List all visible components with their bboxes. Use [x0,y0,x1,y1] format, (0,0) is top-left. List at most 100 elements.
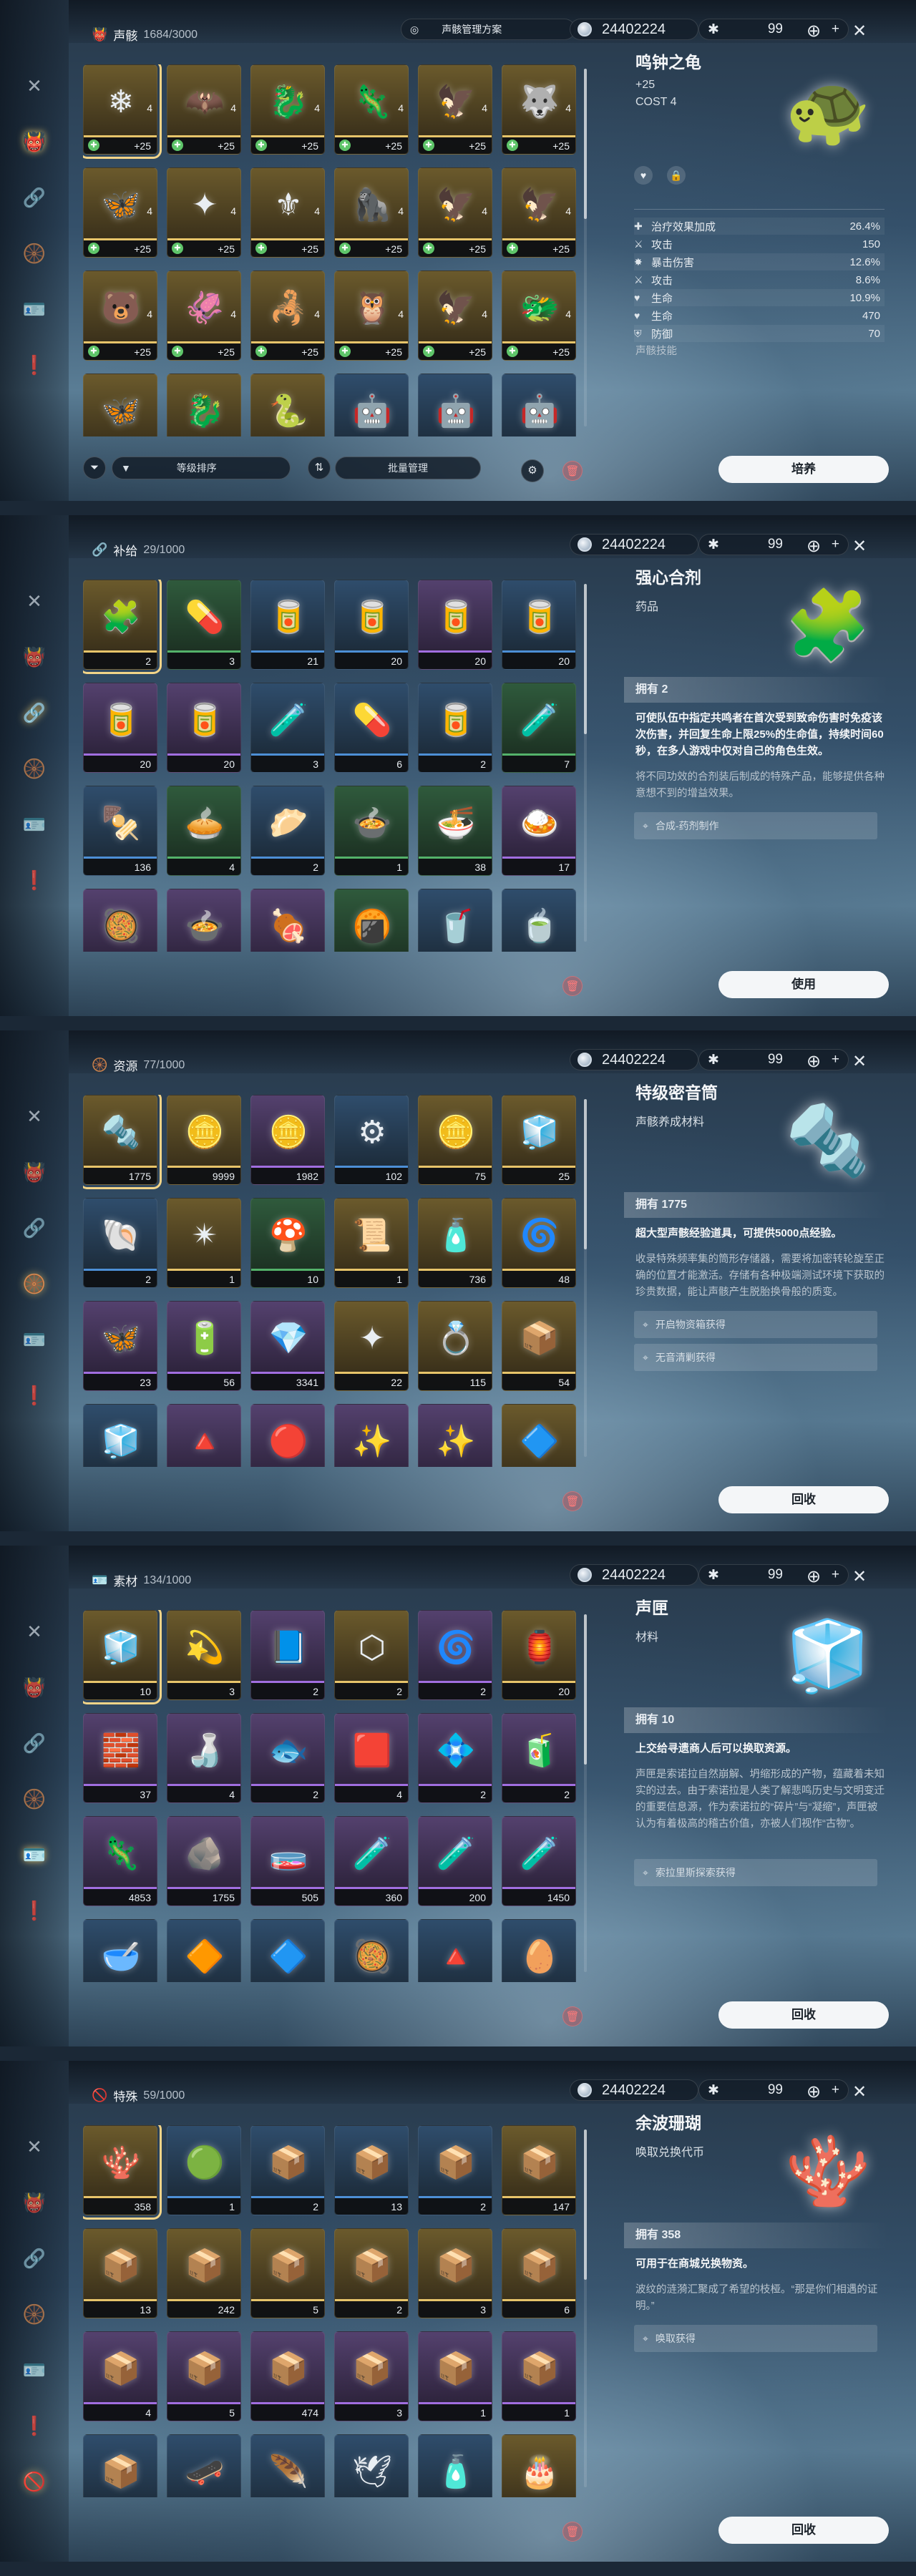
item-slot[interactable]: ✦ 22 [334,1301,409,1391]
item-slot[interactable]: 🤖 [418,374,492,436]
add-tuner-button[interactable]: + [832,21,839,37]
close-icon[interactable]: ✕ [849,20,870,42]
item-slot[interactable]: 💍 115 [418,1301,492,1391]
weapon-tab-icon[interactable]: ✕ [20,72,49,100]
item-slot[interactable]: 🥫 20 [334,580,409,670]
item-slot[interactable]: 💊 6 [334,683,409,773]
discard-trash-icon[interactable]: 🗑 [562,976,583,996]
acquisition-source[interactable]: ⌖ 索拉里斯探索获得 [634,1859,877,1886]
item-slot[interactable]: 🧊 [83,1404,157,1467]
discard-trash-icon[interactable]: 🗑 [562,2522,583,2542]
item-slot[interactable]: 📦 3 [334,2331,409,2421]
weapon-tab-icon[interactable]: ✕ [20,2132,49,2161]
discard-trash-icon[interactable]: 🗑 [562,461,583,481]
item-slot[interactable]: 📦 2 [250,2125,325,2215]
item-slot[interactable]: 📦 [83,2434,157,2497]
item-slot[interactable]: 🥚 [502,1919,576,1982]
item-slot[interactable]: 🏮 20 [502,1610,576,1700]
item-slot[interactable]: 💠 2 [418,1713,492,1803]
item-slot[interactable]: ✨ [334,1404,409,1467]
filter-icon[interactable]: ⏷ [83,457,106,479]
item-slot[interactable]: 🍖 [250,889,325,952]
target-icon[interactable]: ⊕ [803,1566,824,1587]
item-slot[interactable]: 🐺 +25 4 ✚ [502,64,576,155]
item-slot[interactable]: 🐲 +25 4 ✚ [502,270,576,361]
item-slot[interactable]: 📦 1 [418,2331,492,2421]
item-slot[interactable]: 🧪 1450 [502,1816,576,1906]
discard-trash-icon[interactable]: 🗑 [562,1491,583,1511]
echo-tab-icon[interactable]: 👹 [20,1158,49,1186]
acquisition-source[interactable]: ⌖ 开启物资箱获得 [634,1311,877,1338]
item-slot[interactable]: 🥧 4 [167,786,241,876]
target-icon[interactable]: ⊕ [803,20,824,42]
add-tuner-button[interactable]: + [832,1567,839,1583]
item-slot[interactable]: 🪙 1982 [250,1095,325,1185]
echo-tab-icon[interactable]: 👹 [20,127,49,156]
item-slot[interactable]: 🍲 1 [334,786,409,876]
favorite-icon[interactable]: ♥ [634,166,653,185]
item-slot[interactable]: 🥣 [83,1919,157,1982]
grid-scrollbar[interactable] [584,584,587,942]
acquisition-source[interactable]: ⌖ 唤取获得 [634,2325,877,2352]
item-slot[interactable]: 🐉 [167,374,241,436]
lock-icon[interactable]: 🔒 [667,166,686,185]
scrollbar-thumb[interactable] [584,1614,587,1765]
item-slot[interactable]: 🍛 17 [502,786,576,876]
item-slot[interactable]: 🦎 +25 4 ✚ [334,64,409,155]
resource-tab-icon[interactable]: 🛞 [20,1785,49,1813]
item-slot[interactable]: ✦ +25 4 ✚ [167,167,241,258]
item-slot[interactable]: 🧴 736 [418,1198,492,1288]
settings-gear-icon[interactable]: ⚙ [521,459,544,482]
item-slot[interactable]: ✴ 1 [167,1198,241,1288]
add-tuner-button[interactable]: + [832,2082,839,2098]
item-slot[interactable]: 🪶 [250,2434,325,2497]
item-slot[interactable]: 🍄 10 [250,1198,325,1288]
item-slot[interactable]: 📦 5 [167,2331,241,2421]
item-slot[interactable]: 🧩 2 [83,580,162,674]
item-slot[interactable]: 📦 2 [334,2228,409,2318]
material-tab-icon[interactable]: 🪪 [20,2356,49,2384]
item-slot[interactable]: 📦 147 [502,2125,576,2215]
item-slot[interactable]: 🔷 [502,1404,576,1467]
discard-trash-icon[interactable]: 🗑 [562,2006,583,2026]
item-slot[interactable]: 📦 2 [418,2125,492,2215]
weapon-tab-icon[interactable]: ✕ [20,587,49,615]
primary-action-button[interactable]: 使用 [718,971,889,998]
item-slot[interactable]: 🪸 358 [83,2125,162,2220]
item-slot[interactable]: 🕊 [334,2434,409,2497]
item-slot[interactable]: 🍵 [502,889,576,952]
item-slot[interactable]: 🥫 20 [502,580,576,670]
item-slot[interactable]: 🧊 10 [83,1610,162,1704]
item-slot[interactable]: 🦅 +25 4 ✚ [418,167,492,258]
item-slot[interactable]: 📜 1 [334,1198,409,1288]
item-slot[interactable]: 📘 2 [250,1610,325,1700]
item-slot[interactable]: 🌀 48 [502,1198,576,1288]
item-slot[interactable]: 🎂 [502,2434,576,2497]
item-slot[interactable]: 🥫 2 [418,683,492,773]
acquisition-source[interactable]: ⌖ 合成-药剂制作 [634,812,877,839]
item-slot[interactable]: 🦋 23 [83,1301,157,1391]
item-slot[interactable]: 🦍 +25 4 ✚ [334,167,409,258]
echo-scheme-button[interactable]: ◎ 声骸管理方案 [401,19,575,40]
supply-tab-icon[interactable]: 🔗 [20,698,49,727]
material-tab-icon[interactable]: 🪪 [20,1325,49,1354]
item-slot[interactable]: 🥟 2 [250,786,325,876]
quest-tab-icon[interactable]: ❗ [20,351,49,379]
item-slot[interactable]: 🦅 +25 4 ✚ [418,270,492,361]
item-slot[interactable]: 🧃 2 [502,1713,576,1803]
close-icon[interactable]: ✕ [849,2081,870,2102]
item-slot[interactable]: 🔴 [250,1404,325,1467]
item-slot[interactable]: 🐟 2 [250,1713,325,1803]
item-slot[interactable]: 🦎 4853 [83,1816,157,1906]
item-slot[interactable]: 🍘 [334,889,409,952]
item-slot[interactable]: 💊 3 [167,580,241,670]
item-slot[interactable]: 🦉 +25 4 ✚ [334,270,409,361]
item-slot[interactable]: 🦅 +25 4 ✚ [502,167,576,258]
item-slot[interactable]: 🐻 +25 4 ✚ [83,270,157,361]
scrollbar-thumb[interactable] [584,2129,587,2280]
item-slot[interactable]: 📦 4 [83,2331,157,2421]
material-tab-icon[interactable]: 🪪 [20,295,49,323]
item-slot[interactable]: ✨ [418,1404,492,1467]
item-slot[interactable]: ⬡ 2 [334,1610,409,1700]
target-icon[interactable]: ⊕ [803,1050,824,1072]
